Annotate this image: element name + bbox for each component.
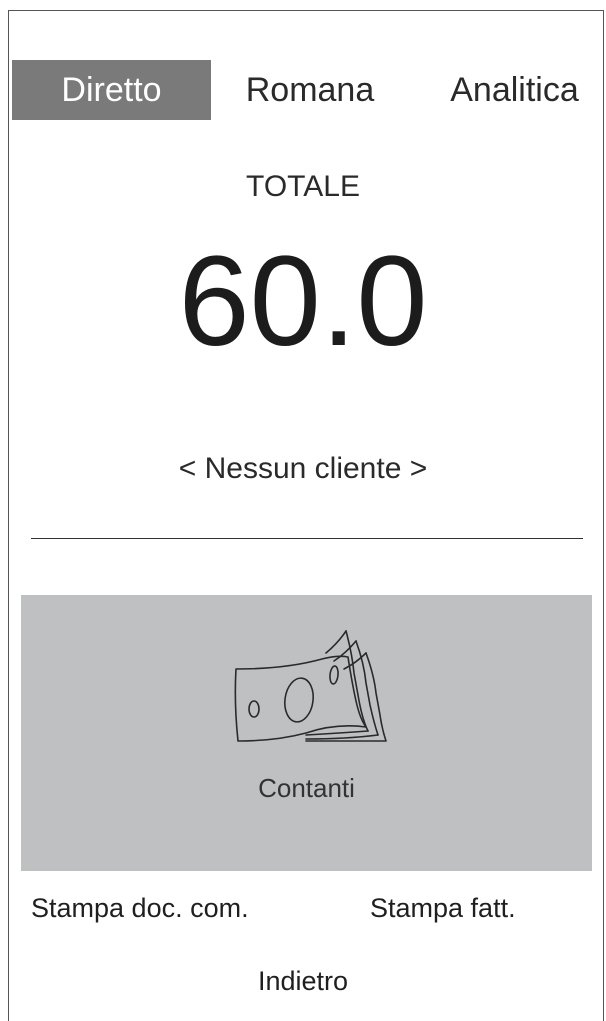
divider	[31, 538, 583, 539]
payment-method-cash-button[interactable]: Contanti	[21, 595, 592, 871]
total-label: TOTALE	[246, 170, 360, 203]
tab-romana[interactable]: Romana	[222, 60, 398, 120]
print-invoice-button[interactable]: Stampa fatt.	[370, 893, 516, 924]
cash-banknotes-icon	[234, 630, 387, 742]
mode-tabs: Diretto Romana Analitica	[12, 60, 602, 120]
payment-method-label: Contanti	[258, 773, 355, 803]
print-commercial-document-button[interactable]: Stampa doc. com.	[31, 893, 249, 924]
total-amount: 60.0	[178, 230, 428, 373]
customer-selector[interactable]: < Nessun cliente >	[0, 452, 606, 486]
back-button[interactable]: Indietro	[0, 966, 606, 997]
tab-diretto[interactable]: Diretto	[12, 60, 211, 120]
tab-analitica[interactable]: Analitica	[432, 60, 597, 120]
